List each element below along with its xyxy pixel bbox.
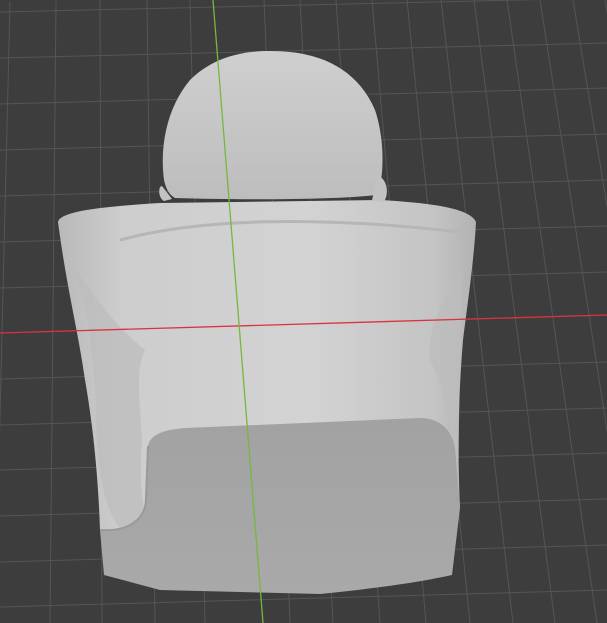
viewport-canvas[interactable]	[0, 0, 607, 623]
bust-base-cut[interactable]	[100, 418, 460, 594]
3d-viewport[interactable]	[0, 0, 607, 623]
